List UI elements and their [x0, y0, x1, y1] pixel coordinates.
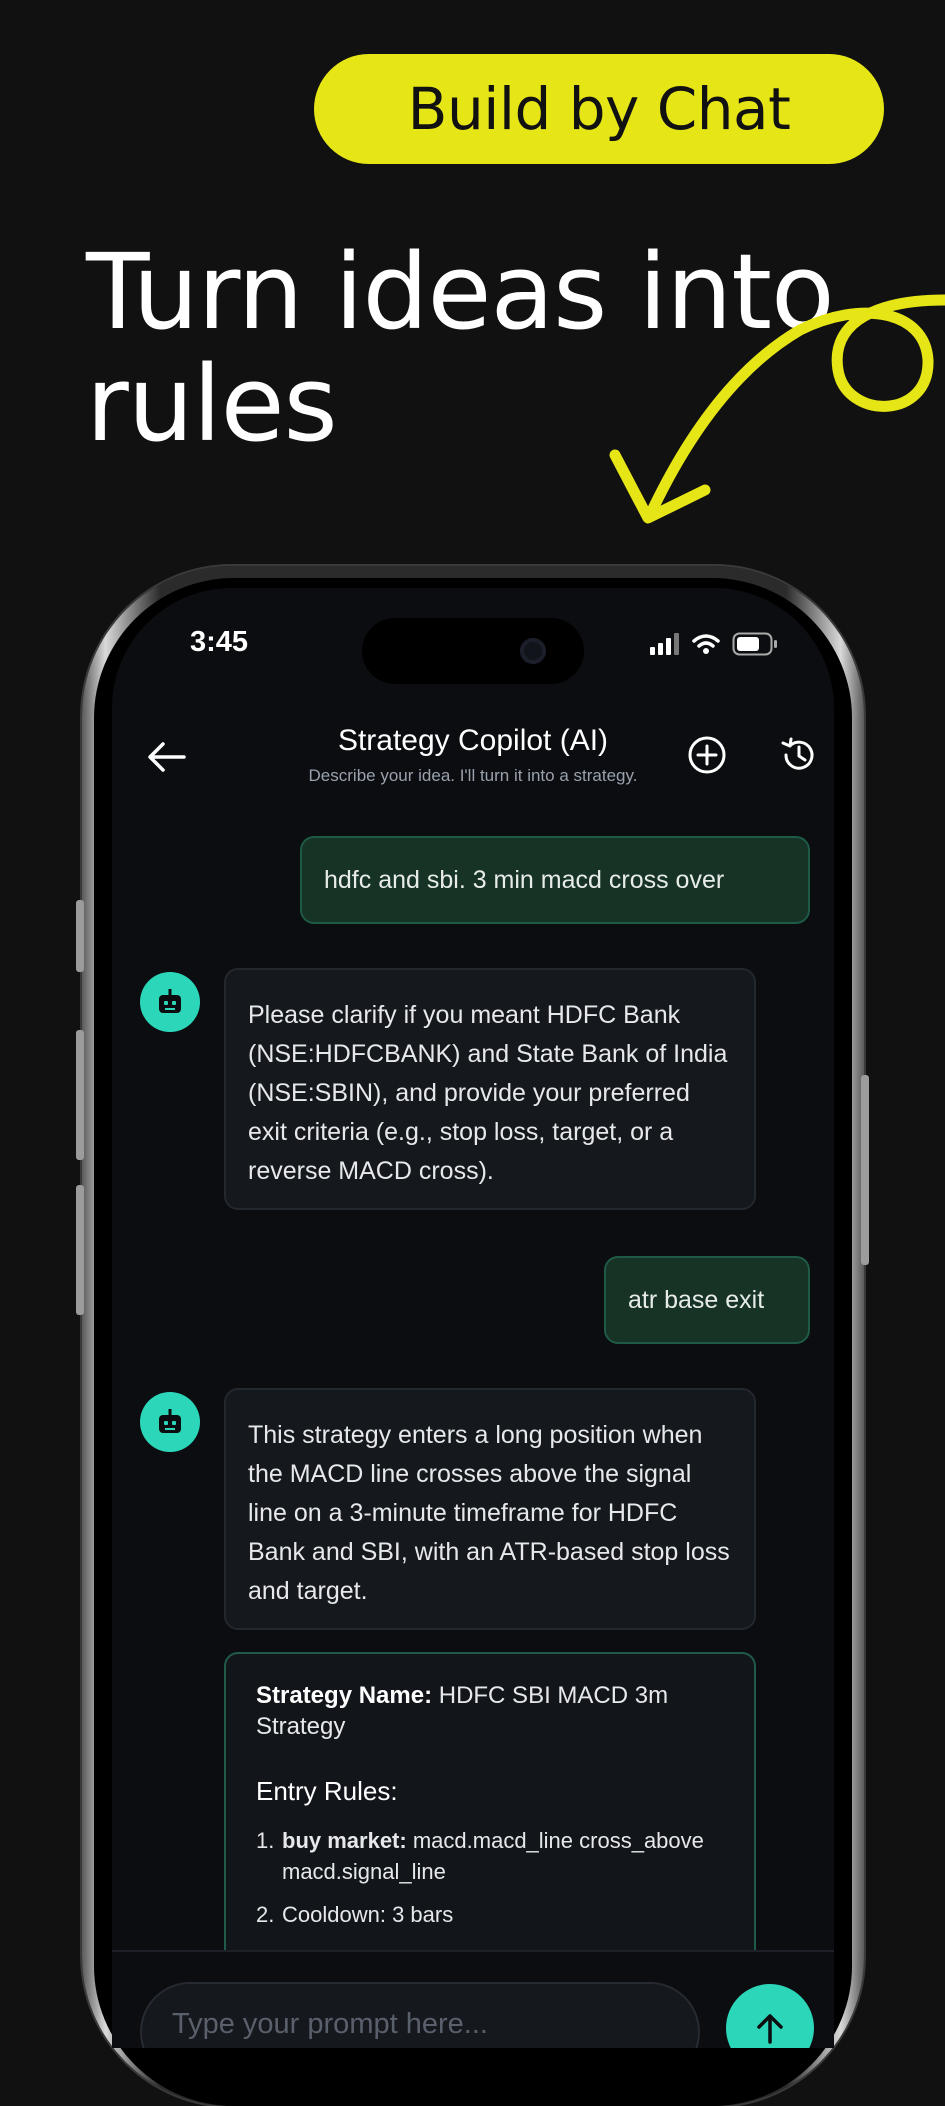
strategy-name: Strategy Name: HDFC SBI MACD 3m Strategy	[256, 1680, 724, 1742]
user-message: atr base exit	[604, 1256, 810, 1344]
new-chat-plus-icon[interactable]	[686, 734, 728, 776]
list-number: 1.	[256, 1828, 275, 1853]
strategy-name-label: Strategy Name:	[256, 1682, 433, 1709]
battery-icon	[732, 632, 777, 656]
bot-message: This strategy enters a long position whe…	[224, 1388, 756, 1630]
strategy-card: Strategy Name: HDFC SBI MACD 3m Strategy…	[224, 1652, 756, 1992]
status-icons	[650, 632, 778, 656]
decorative-arrow-icon	[609, 294, 945, 524]
rule-text: Cooldown: 3 bars	[282, 1902, 454, 1927]
signal-icon	[650, 633, 679, 655]
rule-action: buy market:	[282, 1828, 407, 1853]
bot-avatar	[140, 972, 200, 1032]
arrow-up-icon	[757, 2014, 783, 2044]
list-item: 2. Cooldown: 3 bars	[256, 1899, 724, 1930]
message-text: This strategy enters a long position whe…	[248, 1421, 730, 1605]
action-button	[76, 900, 84, 972]
camera-lens	[520, 638, 546, 664]
message-text: atr base exit	[628, 1285, 765, 1314]
wifi-icon	[692, 634, 720, 654]
robot-icon	[159, 989, 181, 1013]
history-icon[interactable]	[778, 734, 820, 776]
user-message: hdfc and sbi. 3 min macd cross over	[300, 836, 810, 924]
message-text: hdfc and sbi. 3 min macd cross over	[324, 865, 725, 894]
power-button	[861, 1075, 869, 1265]
entry-rules-list: 1. buy market: macd.macd_line cross_abov…	[256, 1825, 724, 1930]
list-item: 1. buy market: macd.macd_line cross_abov…	[256, 1825, 724, 1887]
message-text: Please clarify if you meant HDFC Bank (N…	[248, 1001, 728, 1185]
app-screen: 3:45 Strategy Copilot (AI) Describe your…	[112, 588, 834, 2048]
prompt-placeholder: Type your prompt here...	[172, 2008, 488, 2040]
prompt-input[interactable]: Type your prompt here...	[140, 1982, 700, 2048]
bot-message: Please clarify if you meant HDFC Bank (N…	[224, 968, 756, 1210]
robot-icon	[159, 1409, 181, 1433]
list-number: 2.	[256, 1902, 275, 1927]
dynamic-island	[362, 618, 584, 684]
bot-avatar	[140, 1392, 200, 1452]
volume-up-button	[76, 1030, 84, 1160]
volume-down-button	[76, 1185, 84, 1315]
status-time: 3:45	[190, 626, 249, 658]
entry-rules-heading: Entry Rules:	[256, 1776, 398, 1806]
